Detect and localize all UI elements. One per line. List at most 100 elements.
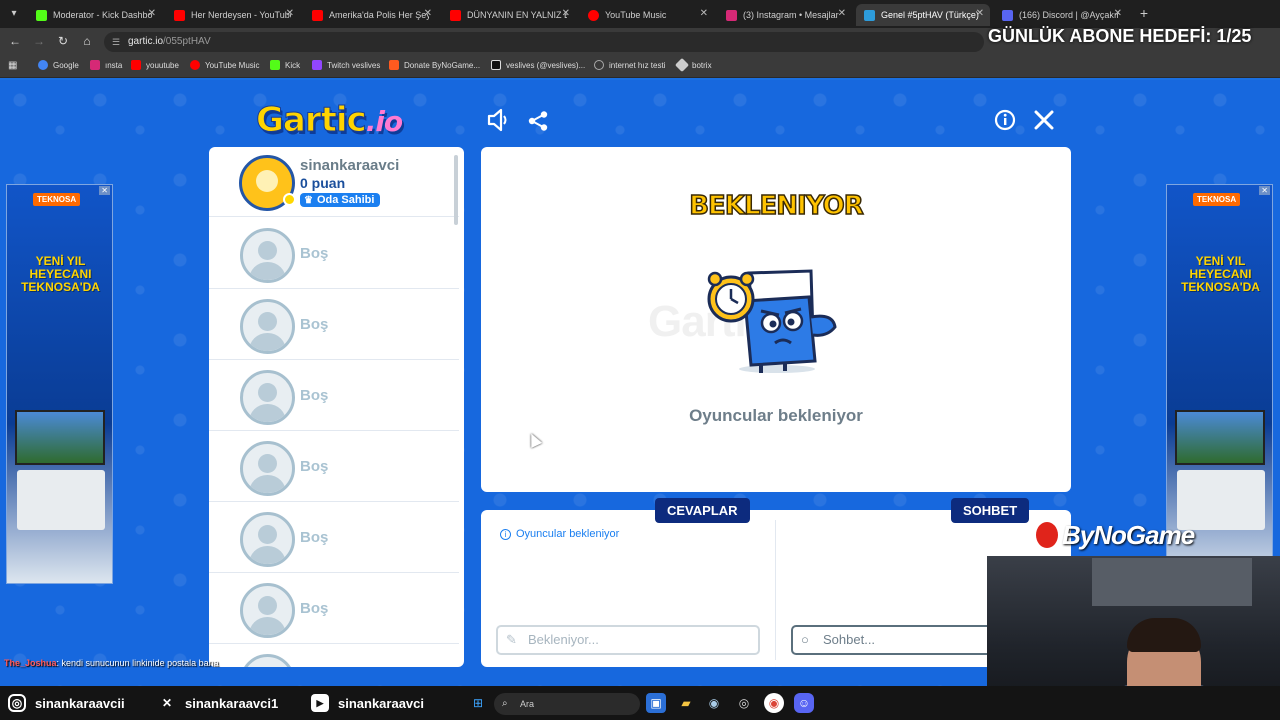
bookmark-kick[interactable]: Kick: [270, 60, 300, 70]
share-icon[interactable]: [527, 110, 549, 138]
player-slot-empty: Boş: [209, 431, 459, 502]
tab-strip: ▾ Moderator - Kick Dashbo ✕ Her Nerdeyse…: [0, 0, 1280, 28]
chat-tab[interactable]: SOHBET: [951, 498, 1030, 523]
youtube-music-icon: [190, 60, 200, 70]
tab-youtube-music[interactable]: YouTube Music ✕: [580, 4, 714, 26]
url-field[interactable]: ☰ gartic.io/055ptHAV: [104, 32, 984, 52]
taskbar-search[interactable]: ⌕ Ara: [494, 693, 640, 715]
close-tab-icon[interactable]: ✕: [148, 8, 156, 19]
file-explorer-icon[interactable]: ▰: [676, 693, 696, 713]
empty-avatar-icon: [240, 299, 295, 354]
close-tab-icon[interactable]: ✕: [1114, 8, 1122, 19]
answers-tab[interactable]: CEVAPLAR: [655, 498, 750, 523]
youtube-icon: ▶: [311, 694, 329, 712]
back-icon[interactable]: ←: [7, 34, 23, 48]
owner-avatar: [239, 155, 296, 211]
bookmark-speedtest[interactable]: internet hız testi: [594, 60, 665, 70]
bynogame-mark-icon: [1036, 522, 1058, 548]
discord-icon[interactable]: ☺: [794, 693, 814, 713]
windows-start-icon[interactable]: ⊞: [468, 693, 488, 713]
site-info-icon[interactable]: ☰: [112, 32, 120, 52]
tab-discord[interactable]: (166) Discord | @Ayçakır ✕: [994, 4, 1128, 26]
url-path: /055ptHAV: [163, 36, 211, 47]
tab-youtube-1[interactable]: Her Nerdeysen - YouTube ✕: [166, 4, 300, 26]
players-scrollbar[interactable]: [454, 155, 458, 225]
gartic-logo: Gartic.io: [256, 100, 404, 141]
close-room-icon[interactable]: [1033, 109, 1055, 137]
steam-icon[interactable]: ◉: [704, 693, 724, 713]
home-icon[interactable]: ⌂: [79, 34, 95, 48]
close-tab-icon[interactable]: ✕: [700, 8, 708, 19]
apps-grid-icon[interactable]: ▦: [8, 60, 17, 71]
tab-search-icon[interactable]: ▾: [6, 6, 22, 22]
pencil-icon: ✎: [506, 632, 517, 647]
player-slot-empty: Boş: [209, 360, 459, 431]
chat-username: The_Joshua: [4, 658, 57, 668]
kick-icon: [270, 60, 280, 70]
ad-headline: YENİ YIL HEYECANI TEKNOSA'DA: [21, 254, 100, 294]
ad-tv-image: [1175, 410, 1265, 465]
empty-slot-label: Boş: [300, 387, 329, 404]
answer-input[interactable]: ✎ Bekleniyor...: [496, 625, 760, 655]
close-tab-icon[interactable]: ✕: [424, 8, 432, 19]
twitch-icon: [312, 60, 322, 70]
teknosa-ad-left[interactable]: TEKNOSA ✕ YENİ YIL HEYECANI TEKNOSA'DA: [6, 184, 113, 584]
bookmark-google[interactable]: Google: [38, 60, 79, 70]
bookmark-twitch[interactable]: Twitch veslives: [312, 60, 380, 70]
url-domain: gartic.io: [128, 36, 164, 47]
youtube-icon: [131, 60, 141, 70]
new-tab-icon[interactable]: +: [1136, 5, 1152, 21]
owner-name: sinankaraavci: [300, 157, 400, 174]
close-tab-icon[interactable]: ✕: [562, 8, 570, 19]
kick-favicon-icon: [36, 9, 47, 21]
ad-close-icon[interactable]: ✕: [1259, 186, 1270, 195]
tab-youtube-3[interactable]: DÜNYANIN EN YALNIZ E ✕: [442, 4, 576, 26]
tab-instagram[interactable]: (3) Instagram • Mesajlar ✕: [718, 4, 852, 26]
ad-headline: YENİ YIL HEYECANI TEKNOSA'DA: [1181, 254, 1260, 294]
info-circle-icon: i: [500, 528, 511, 540]
forward-icon[interactable]: →: [31, 34, 47, 48]
drawing-board: BEKLENIYOR Gartic.io Oyu: [481, 147, 1071, 492]
botrix-icon: [674, 57, 690, 73]
webcam-person-hair: [1127, 618, 1201, 652]
tiktok-icon: [491, 60, 501, 70]
tab-kick[interactable]: Moderator - Kick Dashbo ✕: [28, 4, 162, 26]
chrome-icon[interactable]: ◉: [764, 693, 784, 713]
speedtest-icon: [594, 60, 604, 70]
player-row-owner[interactable]: sinankaraavci 0 puan ♛ Oda Sahibi: [209, 147, 459, 217]
bookmark-tiktok[interactable]: veslives (@veslives)...: [491, 60, 585, 70]
bookmark-youtube-music[interactable]: YouTube Music: [190, 60, 260, 70]
close-tab-icon[interactable]: ✕: [976, 8, 984, 19]
empty-slot-label: Boş: [300, 245, 329, 262]
webcam-shelf: [1092, 558, 1252, 606]
tab-gartic[interactable]: Genel #5ptHAV (Türkçe) ✕: [856, 4, 990, 26]
bookmark-bynogame[interactable]: Donate ByNoGame...: [389, 60, 480, 70]
info-icon[interactable]: [994, 109, 1016, 137]
empty-avatar-icon: [240, 583, 295, 638]
close-tab-icon[interactable]: ✕: [838, 8, 846, 19]
instagram-icon: ◎: [8, 694, 26, 712]
store-icon[interactable]: ▣: [646, 693, 666, 713]
gartic-favicon-icon: [864, 9, 875, 21]
youtube-favicon-icon: [174, 9, 185, 21]
waiting-title: BEKLENIYOR: [688, 190, 864, 222]
instagram-favicon-icon: [726, 9, 737, 21]
bookmark-youtube[interactable]: youutube: [131, 60, 179, 70]
tab-youtube-2[interactable]: Amerika'da Polis Her Şey ✕: [304, 4, 438, 26]
reload-icon[interactable]: ↻: [55, 34, 71, 48]
sound-icon[interactable]: [486, 108, 512, 138]
empty-avatar-icon: [240, 441, 295, 496]
player-slot-empty: Boş: [209, 289, 459, 360]
empty-slot-label: Boş: [300, 529, 329, 546]
google-icon: [38, 60, 48, 70]
close-tab-icon[interactable]: ✕: [286, 8, 294, 19]
ad-close-icon[interactable]: ✕: [99, 186, 110, 195]
subscriber-goal-overlay: GÜNLÜK ABONE HEDEFİ: 1/25: [988, 26, 1252, 46]
answers-chat-panel: CEVAPLAR SOHBET i Oyuncular bekleniyor ✎…: [481, 498, 1071, 667]
youtube-music-favicon-icon: [588, 9, 599, 21]
stream-chat-message: The_Joshua: kendi sunucunun linkinide po…: [4, 658, 219, 668]
obs-icon[interactable]: ◎: [734, 693, 754, 713]
bookmark-botrix[interactable]: botrix: [674, 57, 712, 73]
bookmark-insta[interactable]: ınsta: [90, 60, 122, 70]
empty-avatar-icon: [240, 370, 295, 425]
